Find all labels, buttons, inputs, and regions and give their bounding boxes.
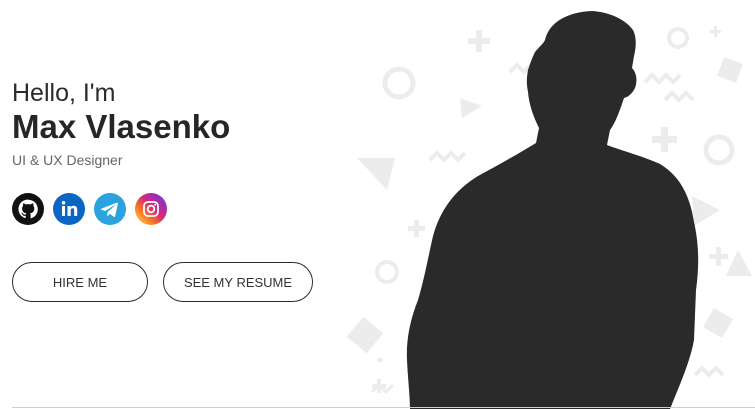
social-links [12, 193, 167, 225]
plus-icon [709, 247, 728, 266]
instagram-link[interactable] [135, 193, 167, 225]
plus-icon [652, 127, 677, 152]
triangle-icon [726, 250, 752, 276]
linkedin-icon [53, 193, 85, 225]
instagram-icon [135, 193, 167, 225]
circle-icon [375, 260, 399, 284]
cta-buttons: HIRE ME SEE MY RESUME [12, 262, 313, 302]
intro-block: Hello, I'm Max Vlasenko UI & UX Designer [12, 78, 342, 168]
telegram-link[interactable] [94, 193, 126, 225]
zigzag-icon [693, 365, 725, 378]
triangle-icon [692, 196, 720, 226]
person-silhouette [406, 11, 699, 409]
linkedin-link[interactable] [53, 193, 85, 225]
plus-icon [408, 220, 425, 237]
see-resume-button[interactable]: SEE MY RESUME [163, 262, 313, 302]
square-icon [702, 307, 734, 339]
hero-illustration [346, 11, 752, 409]
square-icon [717, 57, 743, 83]
zigzag-icon [428, 150, 467, 163]
square-icon [346, 316, 384, 354]
section-divider [12, 407, 755, 408]
circle-icon [703, 134, 735, 166]
telegram-icon [94, 193, 126, 225]
greeting-text: Hello, I'm [12, 79, 116, 107]
person-name: Max Vlasenko [12, 108, 231, 145]
zigzag-icon [663, 90, 695, 103]
hire-me-button[interactable]: HIRE ME [12, 262, 148, 302]
circle-icon [667, 27, 689, 49]
github-link[interactable] [12, 193, 44, 225]
job-title: UI & UX Designer [12, 152, 123, 168]
plus-icon [710, 26, 721, 37]
plus-icon [468, 30, 490, 52]
dot-icon [377, 357, 383, 363]
circle-icon [382, 66, 416, 100]
hero-section: Hello, I'm Max Vlasenko UI & UX Designer [0, 0, 755, 409]
triangle-icon [460, 98, 482, 118]
github-icon [12, 193, 44, 225]
zigzag-icon [643, 72, 682, 85]
triangle-icon [357, 158, 395, 190]
